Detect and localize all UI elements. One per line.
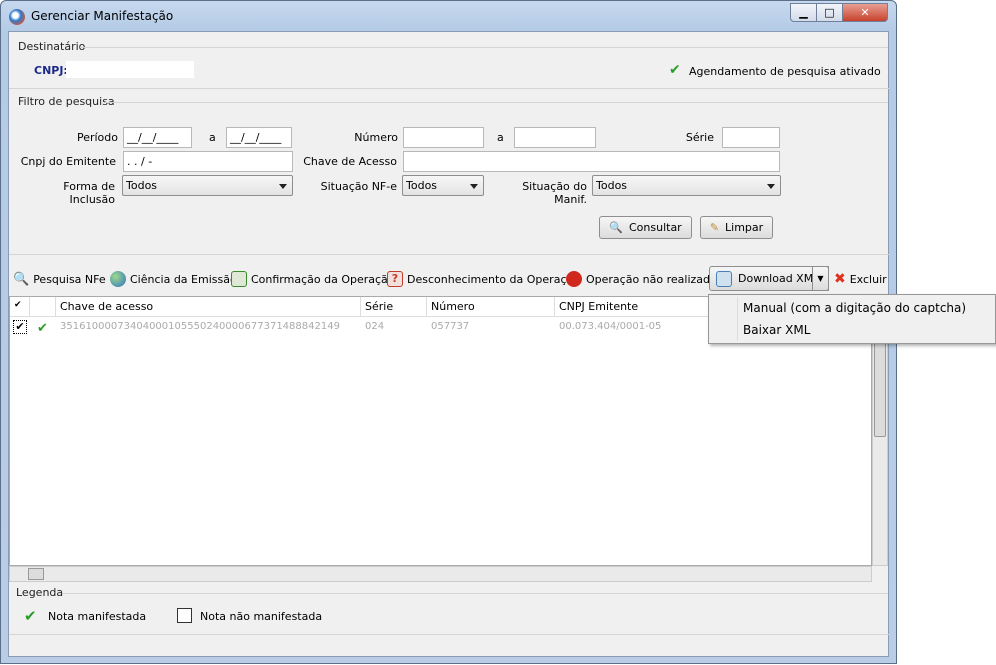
search-icon: 🔍 — [13, 271, 30, 287]
numero-ate-input[interactable] — [514, 127, 596, 148]
download-menu: Manual (com a digitação do captcha) Baix… — [708, 294, 996, 344]
eraser-icon: ✎ — [709, 221, 720, 234]
ciencia-label: Ciência da Emissão — [130, 272, 237, 286]
search-icon: 🔍 — [609, 221, 623, 234]
pesquisa-nfe-label: Pesquisa NFe — [33, 272, 106, 286]
divider — [9, 634, 889, 635]
limpar-button[interactable]: ✎ Limpar — [700, 216, 773, 239]
chevron-down-icon — [279, 184, 287, 189]
nao-realizada-button[interactable]: Operação não realizada — [566, 269, 717, 289]
header-serie[interactable]: Série — [361, 297, 427, 317]
numero-label: Número — [354, 131, 398, 144]
cnpj-label: CNPJ: — [34, 64, 68, 77]
cnpj-value — [66, 61, 194, 78]
cell-numero: 057737 — [431, 321, 470, 332]
ciencia-button[interactable]: Ciência da Emissão — [110, 269, 237, 289]
check-icon: ✔ — [24, 607, 37, 625]
cnpj-emitente-label: Cnpj do Emitente — [20, 155, 116, 168]
cell-chave: 3516100007340400010555024000067737148884… — [60, 321, 340, 332]
download-xml-button[interactable]: Download XML — [709, 266, 829, 291]
desconhecimento-label: Desconhecimento da Operação — [407, 272, 580, 286]
divider — [80, 47, 888, 48]
header-chave[interactable]: Chave de acesso — [56, 297, 361, 317]
chevron-down-icon — [470, 184, 478, 189]
excluir-label: Excluir — [849, 272, 887, 286]
a-label: a — [209, 131, 216, 144]
desconhecimento-button[interactable]: ? Desconhecimento da Operação — [387, 269, 580, 289]
row-checkbox[interactable]: ✔ — [13, 320, 27, 334]
a-label: a — [497, 131, 504, 144]
destinatario-label: Destinatário — [18, 40, 86, 53]
situacao-nfe-label: Situação NF-e — [320, 180, 397, 193]
document-question-icon: ? — [387, 271, 403, 287]
periodo-ate-input[interactable]: __/__/____ — [226, 127, 292, 148]
download-xml-label: Download XML — [738, 272, 820, 285]
chave-label: Chave de Acesso — [303, 155, 397, 168]
confirmacao-button[interactable]: Confirmação da Operação — [231, 269, 395, 289]
maximize-button[interactable]: □ — [816, 3, 843, 22]
window-title: Gerenciar Manifestação — [31, 9, 174, 23]
chevron-down-icon: ▼ — [817, 274, 824, 283]
document-check-icon — [231, 271, 247, 287]
periodo-label: Período — [76, 131, 118, 144]
nao-realizada-label: Operação não realizada — [586, 272, 717, 286]
divider — [105, 102, 888, 103]
download-dropdown-button[interactable]: ▼ — [812, 266, 829, 291]
periodo-de-input[interactable]: __/__/____ — [123, 127, 192, 148]
confirmacao-label: Confirmação da Operação — [251, 272, 395, 286]
cnpj-emitente-input[interactable]: . . / - — [123, 151, 293, 172]
situacao-manif-label: Situação do Manif. — [522, 180, 587, 206]
serie-label: Série — [685, 131, 714, 144]
divider — [9, 88, 889, 89]
divider — [62, 593, 888, 594]
menu-item-baixar[interactable]: Baixar XML — [743, 323, 810, 337]
divider — [9, 254, 889, 255]
menu-item-manual[interactable]: Manual (com a digitação do captcha) — [743, 301, 966, 315]
check-icon: ✔ — [37, 321, 48, 336]
horizontal-scrollbar[interactable] — [9, 566, 872, 582]
header-numero[interactable]: Número — [427, 297, 555, 317]
delete-icon: ✖ — [834, 271, 846, 287]
minimize-button[interactable]: ▁ — [790, 3, 817, 22]
app-logo-icon — [9, 9, 25, 25]
excluir-button[interactable]: ✖ Excluir — [834, 269, 887, 289]
filtro-label: Filtro de pesquisa — [18, 95, 115, 108]
no-entry-icon — [566, 271, 582, 287]
chevron-down-icon — [767, 184, 775, 189]
globe-icon — [110, 271, 126, 287]
consultar-button[interactable]: 🔍 Consultar — [599, 216, 692, 239]
situacao-manif-select[interactable]: Todos — [592, 175, 781, 196]
menu-gutter-divider — [737, 297, 738, 341]
chave-input[interactable] — [403, 151, 780, 172]
legenda-label: Legenda — [16, 586, 64, 599]
situacao-manif-value: Todos — [596, 179, 628, 192]
numero-de-input[interactable] — [403, 127, 484, 148]
serie-input[interactable] — [722, 127, 780, 148]
agendamento-status: Agendamento de pesquisa ativado — [689, 65, 881, 78]
header-status — [30, 297, 56, 317]
situacao-nfe-select[interactable]: Todos — [402, 175, 484, 196]
forma-select[interactable]: Todos — [122, 175, 293, 196]
empty-box-icon — [177, 608, 192, 623]
scroll-thumb[interactable] — [874, 337, 886, 437]
legend-manifestada: Nota manifestada — [48, 610, 147, 623]
close-button[interactable]: ✕ — [842, 3, 888, 22]
situacao-nfe-value: Todos — [406, 179, 438, 192]
header-select-all[interactable]: ✔ — [10, 297, 30, 317]
legend-nao-manifestada: Nota não manifestada — [200, 610, 323, 623]
consultar-label: Consultar — [628, 221, 682, 234]
scroll-thumb[interactable] — [28, 568, 44, 580]
pesquisa-nfe-button[interactable]: 🔍 Pesquisa NFe — [13, 269, 106, 289]
cell-serie: 024 — [365, 321, 385, 332]
forma-value: Todos — [126, 179, 158, 192]
download-icon — [716, 270, 732, 287]
check-icon: ✔ — [669, 62, 681, 78]
limpar-label: Limpar — [725, 221, 764, 234]
forma-label: Forma de Inclusão — [63, 180, 115, 206]
